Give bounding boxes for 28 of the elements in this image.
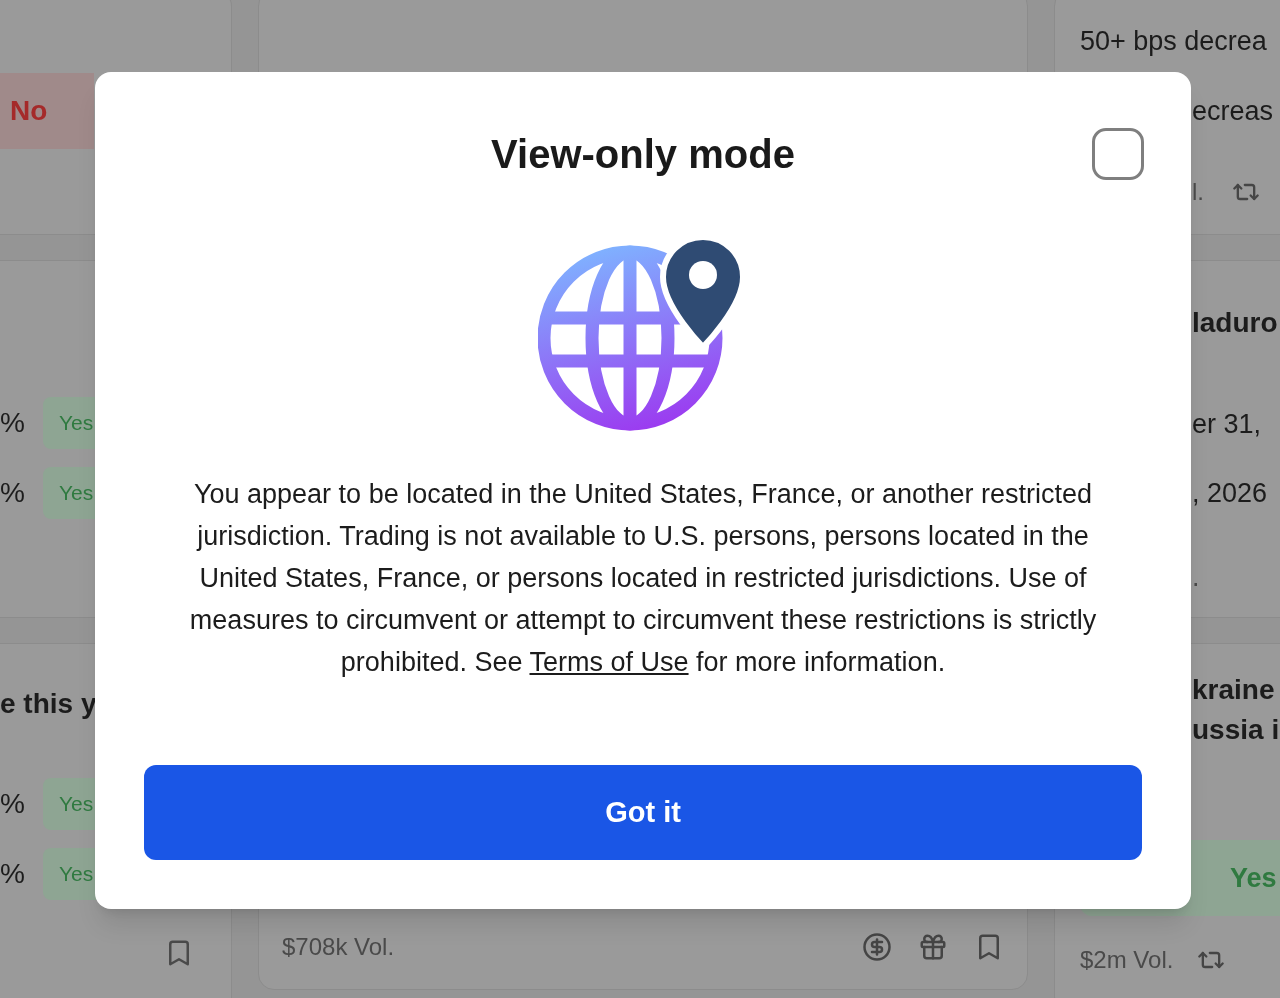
market-title: e this y <box>0 687 97 721</box>
market-title: laduro <box>1192 306 1278 340</box>
market-text: ecreas <box>1192 95 1274 128</box>
volume-text: $708k Vol. <box>282 932 395 962</box>
market-title: ussia i <box>1192 713 1280 747</box>
dialog-title: View-only mode <box>491 131 795 178</box>
outcome-button[interactable]: Yes <box>42 778 97 830</box>
market-title: kraine <box>1192 673 1275 707</box>
outcome-button[interactable]: Yes <box>42 467 97 519</box>
market-text: . <box>1192 561 1200 594</box>
outcome-button[interactable]: No <box>0 73 94 149</box>
percent-text: % <box>0 479 25 507</box>
dialog-message: You appear to be located in the United States, France, or another restricted jurisdiction. Trading is not available to U.S. persons, persons located in the United States, France, or persons located in restricted jurisdictions. Use of measures to circumvent or attempt to circumvent these restrictions is strictly prohibited. See Terms of Use for more information. <box>188 478 1098 679</box>
terms-link[interactable]: Terms of Use <box>529 647 689 677</box>
gift-icon[interactable] <box>918 932 948 962</box>
outcome-button[interactable]: Yes <box>42 848 97 900</box>
volume-text: l. <box>1192 177 1204 207</box>
dollar-icon[interactable] <box>862 932 892 962</box>
market-text: er 31, <box>1192 408 1262 441</box>
percent-text: % <box>0 790 25 818</box>
got-it-button[interactable]: Got it <box>144 765 1142 860</box>
market-text: 50+ bps decrea <box>1080 25 1267 58</box>
outcome-button[interactable]: Yes <box>42 397 97 449</box>
market-text: , 2026 <box>1192 477 1268 510</box>
volume-text: $2m Vol. <box>1080 945 1174 975</box>
close-button[interactable] <box>1092 128 1144 180</box>
percent-text: % <box>0 409 25 437</box>
percent-text: % <box>0 860 25 888</box>
